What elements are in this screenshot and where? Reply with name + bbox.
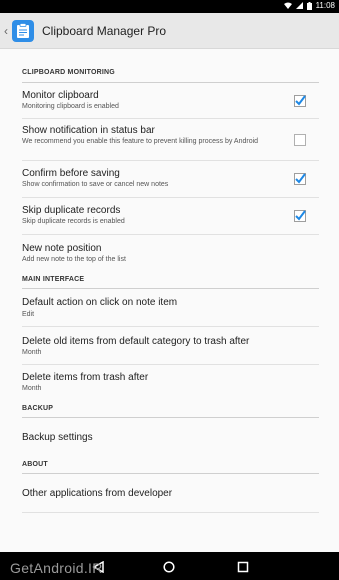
pref-summary: Edit <box>22 311 35 318</box>
checkbox-checked-icon <box>294 210 306 222</box>
status-bar: 11:08 <box>0 0 339 13</box>
pref-title: Monitor clipboard <box>22 90 99 101</box>
wifi-icon <box>283 2 292 9</box>
nav-recents-icon[interactable] <box>237 560 249 578</box>
pref-delete-old-items[interactable]: Delete old items from default category t… <box>0 327 339 364</box>
pref-summary: Month <box>22 349 42 356</box>
nav-home-icon[interactable] <box>163 560 175 578</box>
back-chevron-icon[interactable]: ‹ <box>0 13 12 49</box>
item-divider <box>22 512 319 513</box>
pref-summary: Add new note to the top of the list <box>22 256 126 263</box>
checkbox-checked-icon <box>294 95 306 107</box>
status-time: 11:08 <box>315 1 335 10</box>
pref-title: Backup settings <box>22 432 93 443</box>
pref-other-applications[interactable]: Other applications from developer <box>0 474 339 512</box>
battery-icon <box>306 1 312 10</box>
pref-title: New note position <box>22 243 102 254</box>
show-notification-checkbox[interactable] <box>294 134 306 146</box>
section-clipboard-monitoring: CLIPBOARD MONITORING <box>22 69 115 76</box>
pref-backup-settings[interactable]: Backup settings <box>0 418 339 456</box>
pref-summary: Month <box>22 385 42 392</box>
pref-new-note-position[interactable]: New note position Add new note to the to… <box>0 235 339 271</box>
pref-confirm-before-saving[interactable]: Confirm before saving Show confirmation … <box>0 161 339 197</box>
pref-title: Default action on click on note item <box>22 297 178 308</box>
monitor-clipboard-checkbox[interactable] <box>294 94 306 107</box>
pref-default-action[interactable]: Default action on click on note item Edi… <box>0 289 339 325</box>
pref-title: Skip duplicate records <box>22 205 121 216</box>
section-main-interface: MAIN INTERFACE <box>22 276 85 283</box>
pref-title: Confirm before saving <box>22 168 120 179</box>
app-bar: ‹ Clipboard Manager Pro <box>0 13 339 49</box>
pref-skip-duplicates[interactable]: Skip duplicate records Skip duplicate re… <box>0 198 339 234</box>
pref-title: Delete old items from default category t… <box>22 336 250 347</box>
section-divider <box>22 82 319 83</box>
pref-summary: Show confirmation to save or cancel new … <box>22 181 169 188</box>
pref-title: Other applications from developer <box>22 488 173 499</box>
watermark-text: GetAndroid.IR <box>10 560 103 576</box>
pref-title: Delete items from trash after <box>22 372 149 383</box>
pref-summary: Monitoring clipboard is enabled <box>22 103 119 110</box>
section-backup: BACKUP <box>22 405 54 412</box>
pref-show-notification[interactable]: Show notification in status bar We recom… <box>0 119 339 160</box>
checkbox-checked-icon <box>294 173 306 185</box>
pref-monitor-clipboard[interactable]: Monitor clipboard Monitoring clipboard i… <box>0 84 339 118</box>
pref-summary: We recommend you enable this feature to … <box>22 138 259 145</box>
pref-delete-trash-items[interactable]: Delete items from trash after Month <box>0 365 339 401</box>
app-title: Clipboard Manager Pro <box>42 23 167 38</box>
section-about: ABOUT <box>22 461 48 468</box>
clipboard-app-icon[interactable] <box>12 19 34 42</box>
skip-duplicates-checkbox[interactable] <box>294 209 306 222</box>
confirm-before-saving-checkbox[interactable] <box>294 172 306 185</box>
signal-icon <box>295 2 303 9</box>
pref-title: Show notification in status bar <box>22 125 155 136</box>
pref-summary: Skip duplicate records is enabled <box>22 218 125 225</box>
